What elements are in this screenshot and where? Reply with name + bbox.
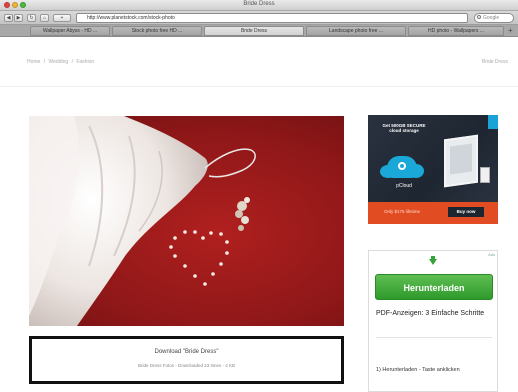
breadcrumb-wedding[interactable]: Wedding	[49, 59, 69, 65]
herunterladen-button[interactable]: Herunterladen	[375, 274, 493, 300]
search-icon	[477, 15, 481, 19]
download-subtitle: Bride Dress Fotos - Downloaded 23 times …	[137, 363, 236, 368]
page-title-right: Bride Dress	[481, 59, 508, 65]
brooch-decoration	[235, 197, 250, 231]
ad1-brand: pCloud	[396, 183, 412, 189]
ad-choices-icon[interactable]: Ads	[488, 252, 495, 257]
new-tab-button[interactable]: +	[508, 26, 513, 35]
ad1-headline: Get 500GB SECURE cloud storage	[382, 123, 426, 133]
forward-button[interactable]: ▶	[14, 14, 23, 22]
ad2-title[interactable]: PDF-Anzeigen: 3 Einfache Schritte	[376, 309, 494, 318]
download-arrow-head-icon	[429, 259, 437, 265]
divider	[0, 86, 518, 87]
back-button[interactable]: ◀	[4, 14, 13, 22]
home-button[interactable]: ⌂	[40, 14, 49, 22]
breadcrumb-separator: /	[43, 59, 46, 65]
breadcrumb: Home / Wedding / Fashion	[27, 59, 96, 65]
address-bar[interactable]: http://www.planetstock.com/stock-photo	[76, 13, 468, 23]
download-title[interactable]: Download "Bride Dress"	[32, 349, 341, 355]
divider	[376, 337, 492, 338]
buy-now-button[interactable]: Buy now	[448, 207, 484, 217]
tab-active[interactable]: Bride Dress	[204, 26, 304, 36]
tab-1[interactable]: Wallpaper Abyss - HD ...	[30, 26, 110, 36]
bookmark-button[interactable]: +	[53, 14, 71, 22]
breadcrumb-fashion[interactable]: Fashion	[76, 59, 94, 65]
browser-toolbar: ◀ ▶ ↻ ⌂ + http://www.planetstock.com/sto…	[0, 11, 518, 25]
tab-5[interactable]: HD photo - Wallpapers ...	[408, 26, 504, 36]
ad1-price: Only $175 lifetime	[384, 209, 421, 214]
download-box[interactable]: Download "Bride Dress" Bride Dress Fotos…	[29, 336, 344, 384]
breadcrumb-separator: /	[71, 59, 73, 65]
ad1-footer: Only $175 lifetime Buy now	[368, 202, 498, 224]
phone-image	[480, 167, 490, 183]
lock-icon	[398, 162, 406, 170]
tab-2[interactable]: Stock photo free HD ...	[112, 26, 202, 36]
tab-4[interactable]: Landscape photo free ...	[306, 26, 406, 36]
ad2-step-1: 1) Herunterladen - Taste anklicken	[376, 367, 460, 373]
breadcrumb-home[interactable]: Home	[27, 59, 40, 65]
tab-bar: Wallpaper Abyss - HD ... Stock photo fre…	[0, 25, 518, 37]
download-ad: Ads Herunterladen PDF-Anzeigen: 3 Einfac…	[368, 250, 498, 392]
ad-badge	[488, 115, 498, 129]
window-title-bar: Bride Dress	[0, 0, 518, 11]
tablet-screen-image	[450, 143, 472, 175]
reload-button[interactable]: ↻	[27, 14, 36, 22]
bride-dress-photo[interactable]	[29, 116, 344, 326]
window-title: Bride Dress	[243, 1, 275, 7]
cloud-storage-ad[interactable]: Get 500GB SECURE cloud storage pCloud On…	[368, 115, 498, 224]
